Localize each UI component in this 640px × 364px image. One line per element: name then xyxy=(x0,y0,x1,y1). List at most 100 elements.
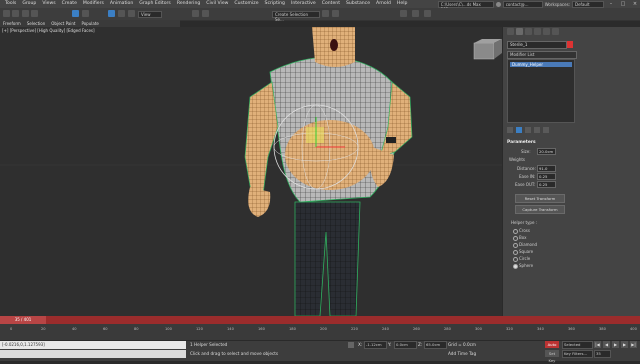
material-editor-icon[interactable] xyxy=(400,10,407,17)
prompt-line: Click and drag to select and move object… xyxy=(190,351,279,356)
modifier-list-dropdown[interactable]: Modifier List xyxy=(507,51,577,59)
ease-out-spinner[interactable]: 0.25 xyxy=(537,181,556,188)
menu-civil-view[interactable]: Civil View xyxy=(203,0,231,8)
mirror-icon[interactable] xyxy=(322,10,329,17)
maxscript-listener[interactable]: [-0.0216,0,1.127593] xyxy=(0,341,186,349)
reset-transform-button[interactable]: Reset Transform xyxy=(515,194,565,203)
scale-icon[interactable] xyxy=(128,10,135,17)
render-icon[interactable] xyxy=(424,10,431,17)
go-to-end-icon[interactable]: ▶| xyxy=(630,341,637,348)
helper-type-radio-square[interactable] xyxy=(513,250,518,255)
show-end-result-icon[interactable] xyxy=(516,127,522,133)
helper-type-radio-box[interactable] xyxy=(513,236,518,241)
auto-key-button[interactable]: Auto Key xyxy=(545,341,559,354)
ribbon: Freeform Selection Object Paint Populate xyxy=(0,20,180,27)
perspective-viewport[interactable]: [+] [Perspective] [High Quality] [Edged … xyxy=(0,27,502,316)
display-tab-icon[interactable] xyxy=(543,28,550,35)
link-icon[interactable] xyxy=(22,10,29,17)
distance-spinner[interactable]: 91.0 xyxy=(537,165,556,172)
parameters-rollout-title[interactable]: Parameters xyxy=(507,140,573,145)
menu-substance[interactable]: Substance xyxy=(343,0,373,8)
ribbon-tab-selection[interactable]: Selection xyxy=(24,20,48,27)
x-coordinate-field[interactable]: -1.12cm xyxy=(364,341,387,349)
current-frame-field[interactable]: 35 xyxy=(594,350,611,358)
distance-label: Distance: xyxy=(517,166,536,171)
menu-animation[interactable]: Animation xyxy=(107,0,136,8)
user-icon[interactable] xyxy=(495,1,501,7)
menu-views[interactable]: Views xyxy=(39,0,58,8)
account-field[interactable]: contact@... xyxy=(502,0,543,8)
remove-modifier-icon[interactable] xyxy=(534,127,540,133)
helper-type-radio-diamond[interactable] xyxy=(513,243,518,248)
move-icon[interactable] xyxy=(108,10,115,17)
minimize-icon[interactable]: – xyxy=(606,0,616,8)
maximize-icon[interactable]: □ xyxy=(618,0,628,8)
menu-interactive[interactable]: Interactive xyxy=(288,0,319,8)
rotate-icon[interactable] xyxy=(118,10,125,17)
redo-icon[interactable] xyxy=(12,10,19,17)
play-icon[interactable]: ▶ xyxy=(612,341,619,348)
key-filters-button[interactable]: Key Filters... xyxy=(562,350,593,358)
set-key-button[interactable]: Set Key xyxy=(545,350,559,363)
track-bar[interactable]: 0 20 40 60 80 100 120 140 160 180 200 220 240 260 280 3… xyxy=(0,324,640,340)
object-name-field[interactable]: Sterile_1 xyxy=(507,41,567,49)
configure-sets-icon[interactable] xyxy=(543,127,549,133)
selection-set-dropdown[interactable]: Create Selection Se... xyxy=(272,11,320,22)
prev-frame-icon[interactable]: ◀ xyxy=(603,341,610,348)
hierarchy-tab-icon[interactable] xyxy=(525,28,532,35)
reference-coord-dropdown[interactable]: View xyxy=(138,11,162,18)
helper-type-radio-cross[interactable] xyxy=(513,229,518,234)
tick-label: 400 xyxy=(630,327,637,331)
time-slider[interactable]: 35 / 401 xyxy=(0,316,46,324)
menu-graph-editors[interactable]: Graph Editors xyxy=(136,0,174,8)
motion-tab-icon[interactable] xyxy=(534,28,541,35)
snap-icon[interactable] xyxy=(192,10,199,17)
maxscript-input[interactable] xyxy=(0,350,186,358)
next-frame-icon[interactable]: ▶ xyxy=(621,341,628,348)
select-by-name-icon[interactable] xyxy=(82,10,89,17)
ribbon-tab-populate[interactable]: Populate xyxy=(78,20,101,27)
pin-stack-icon[interactable] xyxy=(507,127,513,133)
align-icon[interactable] xyxy=(332,10,339,17)
select-icon[interactable] xyxy=(72,10,79,17)
angle-snap-icon[interactable] xyxy=(202,10,209,17)
menu-modifiers[interactable]: Modifiers xyxy=(80,0,107,8)
add-time-tag-button[interactable]: Add Time Tag xyxy=(448,351,476,356)
menu-scripting[interactable]: Scripting xyxy=(262,0,288,8)
utilities-tab-icon[interactable] xyxy=(552,28,559,35)
helper-type-radio-sphere[interactable] xyxy=(513,264,518,269)
ease-in-spinner[interactable]: 0.25 xyxy=(537,173,556,180)
object-color-swatch[interactable] xyxy=(567,41,573,48)
workspace-dropdown[interactable]: Default xyxy=(572,0,604,8)
menu-tools[interactable]: Tools xyxy=(2,0,19,8)
modifier-stack-entry[interactable]: Dummy_Helper xyxy=(510,62,572,67)
unlink-icon[interactable] xyxy=(31,10,38,17)
menu-group[interactable]: Group xyxy=(19,0,39,8)
modify-tab-icon[interactable] xyxy=(516,28,523,35)
render-setup-icon[interactable] xyxy=(412,10,419,17)
make-unique-icon[interactable] xyxy=(525,127,531,133)
ribbon-tab-freeform[interactable]: Freeform xyxy=(0,20,24,27)
undo-icon[interactable] xyxy=(3,10,10,17)
tick-label: 40 xyxy=(72,327,77,331)
capture-transform-button[interactable]: Capture Transform xyxy=(515,205,565,214)
menu-arnold[interactable]: Arnold xyxy=(373,0,394,8)
size-spinner[interactable]: 20.0cm xyxy=(537,148,556,155)
close-icon[interactable]: × xyxy=(630,0,640,8)
menu-rendering[interactable]: Rendering xyxy=(174,0,203,8)
project-path-field[interactable]: C:\Users\C\...ds Max 202... xyxy=(437,0,494,12)
go-to-start-icon[interactable]: |◀ xyxy=(594,341,601,348)
menu-help[interactable]: Help xyxy=(394,0,410,8)
ribbon-tab-object-paint[interactable]: Object Paint xyxy=(48,20,78,27)
menu-content[interactable]: Content xyxy=(319,0,343,8)
timeline-track[interactable] xyxy=(0,316,640,324)
z-coordinate-field[interactable]: 65.0cm xyxy=(424,341,447,349)
menu-create[interactable]: Create xyxy=(59,0,80,8)
helper-type-radio-circle[interactable] xyxy=(513,257,518,262)
create-tab-icon[interactable] xyxy=(507,28,514,35)
lock-selection-icon[interactable] xyxy=(348,342,354,348)
y-coordinate-field[interactable]: 0.0cm xyxy=(394,341,417,349)
selected-dropdown[interactable]: Selected xyxy=(562,341,593,349)
menu-customize[interactable]: Customize xyxy=(231,0,261,8)
tick-label: 360 xyxy=(568,327,575,331)
